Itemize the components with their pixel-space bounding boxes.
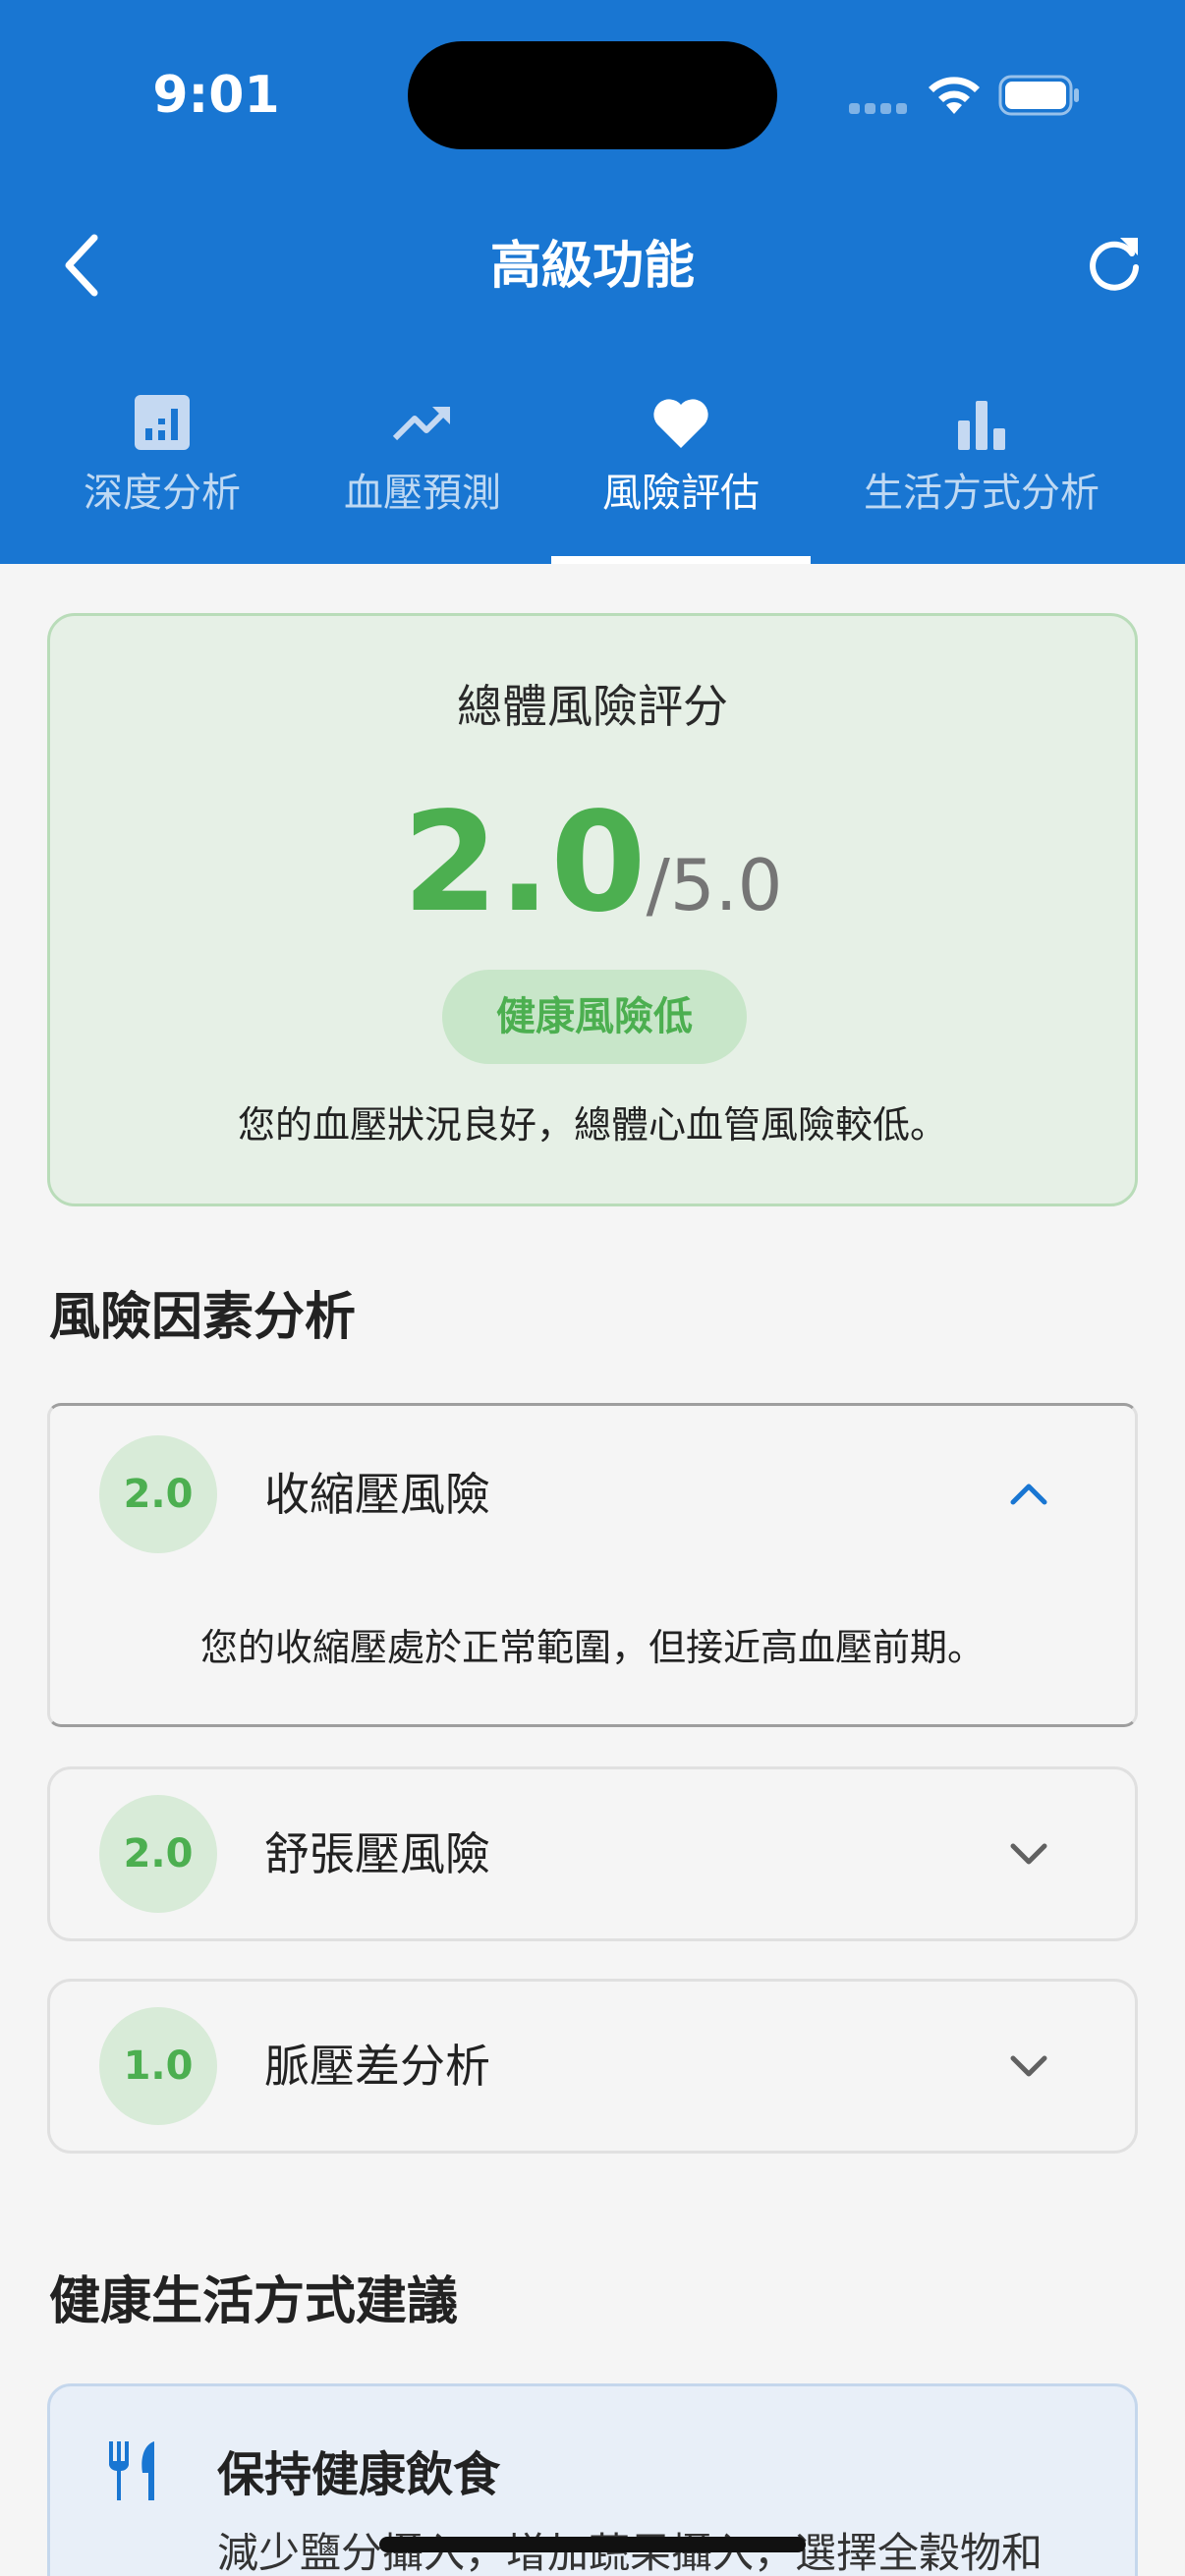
- lifestyle-heading: 健康生活方式建議: [49, 2272, 459, 2331]
- tab-label: 生活方式分析: [864, 471, 1100, 516]
- dynamic-island: [408, 41, 777, 149]
- overall-risk-card: 總體風險評分 2.0/5.0 健康風險低 您的血壓狀況良好，總體心血管風險較低。: [47, 613, 1138, 1206]
- tip-title: 保持健康飲食: [217, 2447, 501, 2502]
- home-indicator: [379, 2537, 806, 2552]
- tab-bp-prediction[interactable]: 血壓預測: [295, 381, 550, 564]
- risk-factor-pulse-pressure[interactable]: 1.0 脈壓差分析: [47, 1979, 1138, 2154]
- overall-risk-title: 總體風險評分: [457, 680, 728, 733]
- cellular-signal-icon: [849, 103, 908, 115]
- status-time: 9:01: [152, 66, 280, 125]
- tab-deep-analysis[interactable]: 深度分析: [29, 381, 295, 564]
- overall-score: 2.0/5.0: [50, 785, 1135, 942]
- refresh-button[interactable]: [1083, 232, 1146, 295]
- tab-indicator: [551, 556, 811, 564]
- bar-chart-icon: [958, 401, 1005, 450]
- page-title: 高級功能: [489, 237, 695, 296]
- chevron-down-icon[interactable]: [1005, 1830, 1052, 1877]
- factor-name: 收縮壓風險: [264, 1468, 490, 1521]
- risk-level-badge: 健康風險低: [442, 970, 747, 1064]
- factor-score-badge: 2.0: [99, 1795, 217, 1913]
- overall-score-value: 2.0: [402, 783, 647, 943]
- factor-score-badge: 2.0: [99, 1435, 217, 1553]
- heart-icon: [653, 399, 708, 448]
- factor-score-badge: 1.0: [99, 2007, 217, 2125]
- tab-label: 風險評估: [602, 471, 760, 516]
- overall-score-max: /5.0: [646, 844, 783, 926]
- risk-factors-heading: 風險因素分析: [49, 1288, 357, 1347]
- analytics-icon: [135, 395, 190, 450]
- factor-name: 舒張壓風險: [264, 1827, 490, 1880]
- risk-factor-systolic[interactable]: 2.0 收縮壓風險 您的收縮壓處於正常範圍，但接近高血壓前期。: [47, 1403, 1138, 1727]
- risk-factor-diastolic[interactable]: 2.0 舒張壓風險: [47, 1766, 1138, 1941]
- tab-risk-assessment[interactable]: 風險評估: [551, 381, 811, 564]
- tab-label: 深度分析: [84, 471, 241, 516]
- chevron-up-icon[interactable]: [1005, 1471, 1052, 1518]
- wifi-icon: [929, 77, 980, 114]
- app-bar: 9:01 高級功能 深度分析 血壓預測 風險評估 生活方式分析: [0, 0, 1185, 564]
- back-button[interactable]: [55, 228, 110, 303]
- tab-label: 血壓預測: [344, 471, 501, 516]
- tab-lifestyle-analysis[interactable]: 生活方式分析: [831, 381, 1132, 564]
- factor-detail: 您的收縮壓處於正常範圍，但接近高血壓前期。: [199, 1626, 985, 1669]
- chevron-down-icon[interactable]: [1005, 2043, 1052, 2090]
- trending-up-icon: [392, 407, 450, 441]
- fork-knife-icon: [109, 2441, 154, 2500]
- factor-name: 脈壓差分析: [264, 2040, 490, 2093]
- battery-icon: [998, 75, 1079, 116]
- overall-risk-description: 您的血壓狀況良好，總體心血管風險較低。: [237, 1103, 947, 1147]
